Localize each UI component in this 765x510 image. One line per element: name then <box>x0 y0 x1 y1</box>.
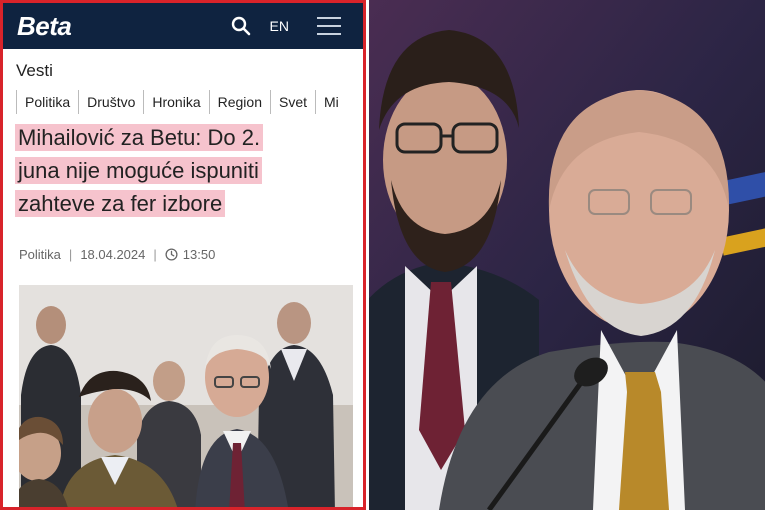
article-meta: Politika | 18.04.2024 | 13:50 <box>19 247 216 262</box>
menu-icon[interactable] <box>317 17 341 35</box>
video-still <box>369 0 765 510</box>
article-time: 13:50 <box>182 247 216 262</box>
section-title[interactable]: Vesti <box>16 61 53 81</box>
language-switch-button[interactable]: EN <box>270 18 289 34</box>
clock-icon <box>165 248 178 261</box>
category-item-more[interactable]: Mi <box>315 90 347 114</box>
headline-line: zahteve za fer izbore <box>15 190 226 217</box>
site-logo[interactable]: Beta <box>17 11 72 42</box>
site-header: Beta EN <box>3 3 363 49</box>
article-category[interactable]: Politika <box>19 247 61 262</box>
category-nav: Politika Društvo Hronika Region Svet Mi <box>16 89 361 115</box>
category-item-drustvo[interactable]: Društvo <box>78 90 143 114</box>
article-headline: Mihailović za Betu: Do 2. juna nije mogu… <box>15 121 355 220</box>
article-photo[interactable] <box>19 285 353 510</box>
search-icon[interactable] <box>230 15 252 37</box>
category-item-svet[interactable]: Svet <box>270 90 315 114</box>
category-item-region[interactable]: Region <box>208 90 270 114</box>
article-date: 18.04.2024 <box>80 247 146 262</box>
article-screenshot-panel: Beta EN Vesti Politika Društvo Hronika R… <box>0 0 366 510</box>
category-item-politika[interactable]: Politika <box>16 90 78 114</box>
headline-line: Mihailović za Betu: Do 2. <box>15 124 264 151</box>
category-item-hronika[interactable]: Hronika <box>143 90 208 114</box>
headline-line: juna nije moguće ispuniti <box>15 157 262 184</box>
